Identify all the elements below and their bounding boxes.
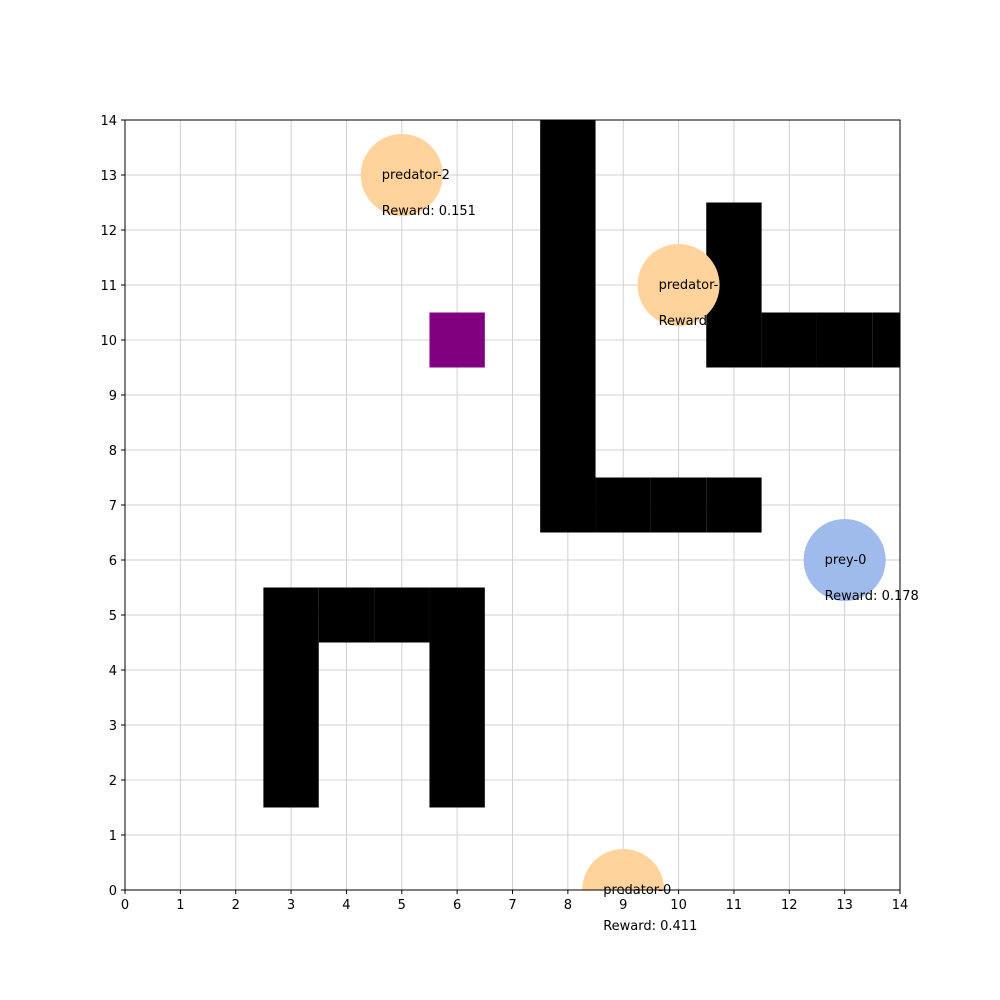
gridworld-plot: predator-2 Reward: 0.151 predator-1 Reward:… (0, 0, 1000, 1000)
y-tick-label: 14 (100, 114, 117, 129)
x-tick-label: 1 (176, 898, 184, 913)
wall-cell (263, 642, 319, 698)
y-tick-label: 10 (100, 334, 117, 349)
wall-cell (429, 642, 485, 698)
wall-cell (374, 587, 430, 643)
agent-reward-label: Reward: 0.178 (825, 589, 919, 604)
y-tick-label: 12 (100, 224, 117, 239)
figure-background (0, 0, 1000, 1000)
x-tick-label: 0 (121, 898, 129, 913)
wall-cell (540, 257, 596, 313)
y-tick-label: 5 (109, 609, 117, 624)
y-tick-label: 0 (109, 884, 117, 899)
wall-cell (761, 312, 817, 368)
wall-cell (263, 587, 319, 643)
y-tick-label: 13 (100, 169, 117, 184)
x-tick-label: 10 (670, 898, 687, 913)
agent-reward-label: Reward: 0.411 (603, 919, 697, 934)
x-tick-label: 4 (342, 898, 350, 913)
x-tick-label: 8 (564, 898, 572, 913)
wall-cell (706, 477, 762, 533)
goal (429, 312, 485, 368)
agent-name-label: predator-2 (382, 168, 450, 183)
agent-reward-label: Reward: ... (659, 314, 728, 329)
x-tick-label: 6 (453, 898, 461, 913)
x-tick-label: 12 (781, 898, 798, 913)
x-tick-label: 2 (232, 898, 240, 913)
y-tick-label: 1 (109, 829, 117, 844)
x-tick-label: 11 (726, 898, 743, 913)
wall-cell (540, 367, 596, 423)
y-tick-label: 3 (109, 719, 117, 734)
y-tick-label: 8 (109, 444, 117, 459)
wall-cell (540, 422, 596, 478)
y-tick-label: 11 (100, 279, 117, 294)
x-tick-label: 13 (836, 898, 853, 913)
wall-cell (429, 587, 485, 643)
wall-cell (706, 202, 762, 258)
x-tick-label: 3 (287, 898, 295, 913)
wall-cell (595, 477, 651, 533)
x-tick-label: 14 (892, 898, 909, 913)
x-tick-label: 5 (398, 898, 406, 913)
wall-cell (263, 697, 319, 753)
agent-name-label: predator-1 (659, 278, 727, 293)
y-tick-label: 9 (109, 389, 117, 404)
wall-cell (318, 587, 375, 643)
y-tick-label: 2 (109, 774, 117, 789)
wall-cell (650, 477, 707, 533)
wall-cell (540, 477, 596, 533)
wall-cell (540, 312, 596, 368)
y-tick-label: 7 (109, 499, 117, 514)
wall-cell (540, 147, 596, 203)
agent-reward-label: Reward: 0.151 (382, 204, 476, 219)
wall-cell (263, 752, 319, 808)
wall-cell (816, 312, 873, 368)
wall-cell (429, 697, 485, 753)
y-tick-label: 6 (109, 554, 117, 569)
agent-name-label: prey-0 (825, 553, 867, 568)
x-tick-label: 9 (619, 898, 627, 913)
y-tick-label: 4 (109, 664, 117, 679)
wall-cell (429, 752, 485, 808)
x-tick-label: 7 (508, 898, 516, 913)
goal-cell (429, 312, 485, 368)
wall-cell (540, 202, 596, 258)
